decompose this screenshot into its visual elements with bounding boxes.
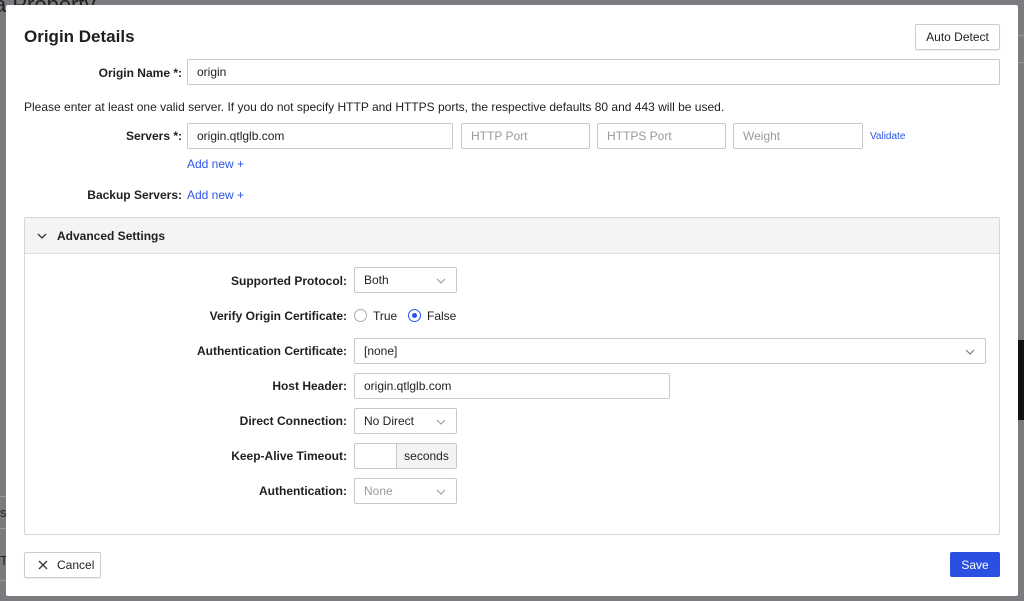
origin-name-input[interactable]: origin bbox=[187, 59, 1000, 85]
origin-name-label: Origin Name *: bbox=[98, 66, 182, 80]
http-port-input[interactable]: HTTP Port bbox=[461, 123, 590, 149]
servers-label: Servers *: bbox=[125, 129, 182, 143]
https-port-input[interactable]: HTTPS Port bbox=[597, 123, 726, 149]
chevron-down-icon bbox=[436, 485, 446, 499]
host-header-label: Host Header: bbox=[272, 379, 347, 393]
supported-protocol-value: Both bbox=[364, 273, 389, 287]
chevron-down-icon bbox=[436, 274, 446, 288]
servers-hint: Please enter at least one valid server. … bbox=[24, 100, 725, 114]
cancel-label: Cancel bbox=[57, 558, 95, 572]
background-dark-panel bbox=[1018, 340, 1024, 420]
authentication-value: None bbox=[364, 484, 393, 498]
supported-protocol-select[interactable]: Both bbox=[354, 267, 457, 293]
chevron-down-icon bbox=[965, 345, 975, 359]
save-button[interactable]: Save bbox=[950, 552, 1000, 577]
chevron-down-icon bbox=[37, 229, 47, 243]
authentication-certificate-value: [none] bbox=[364, 344, 398, 358]
advanced-settings-toggle[interactable]: Advanced Settings bbox=[25, 218, 999, 254]
authentication-certificate-label: Authentication Certificate: bbox=[196, 344, 347, 358]
verify-false-radio[interactable] bbox=[408, 309, 421, 322]
advanced-settings-title: Advanced Settings bbox=[57, 228, 166, 243]
keep-alive-timeout-label: Keep-Alive Timeout: bbox=[231, 449, 347, 463]
verify-origin-certificate-label: Verify Origin Certificate: bbox=[209, 309, 347, 323]
authentication-label: Authentication: bbox=[259, 484, 347, 498]
close-icon bbox=[38, 560, 48, 570]
modal-title: Origin Details bbox=[24, 27, 135, 46]
direct-connection-value: No Direct bbox=[364, 414, 415, 428]
supported-protocol-label: Supported Protocol: bbox=[231, 274, 347, 288]
server-host-input[interactable]: origin.qtlglb.com bbox=[187, 123, 453, 149]
verify-false-label: False bbox=[427, 309, 457, 323]
direct-connection-select[interactable]: No Direct bbox=[354, 408, 457, 434]
keep-alive-timeout-input[interactable] bbox=[354, 443, 397, 469]
validate-link[interactable]: Validate bbox=[870, 131, 905, 142]
origin-details-modal: Origin Details Auto Detect Origin Name *… bbox=[6, 5, 1018, 596]
weight-input[interactable]: Weight bbox=[733, 123, 863, 149]
background-divider bbox=[1018, 62, 1024, 63]
authentication-certificate-select[interactable]: [none] bbox=[354, 338, 986, 364]
backup-servers-label: Backup Servers: bbox=[87, 188, 182, 202]
cancel-button[interactable]: Cancel bbox=[24, 552, 101, 578]
auto-detect-button[interactable]: Auto Detect bbox=[915, 24, 1000, 50]
host-header-input[interactable]: origin.qtlglb.com bbox=[354, 373, 670, 399]
add-server-link[interactable]: Add new + bbox=[187, 157, 244, 171]
chevron-down-icon bbox=[436, 415, 446, 429]
authentication-select[interactable]: None bbox=[354, 478, 457, 504]
verify-true-label: True bbox=[373, 309, 398, 323]
seconds-addon: seconds bbox=[396, 443, 457, 469]
verify-true-radio[interactable] bbox=[354, 309, 367, 322]
background-divider bbox=[1018, 35, 1024, 36]
direct-connection-label: Direct Connection: bbox=[239, 414, 347, 428]
add-backup-server-link[interactable]: Add new + bbox=[187, 188, 244, 202]
